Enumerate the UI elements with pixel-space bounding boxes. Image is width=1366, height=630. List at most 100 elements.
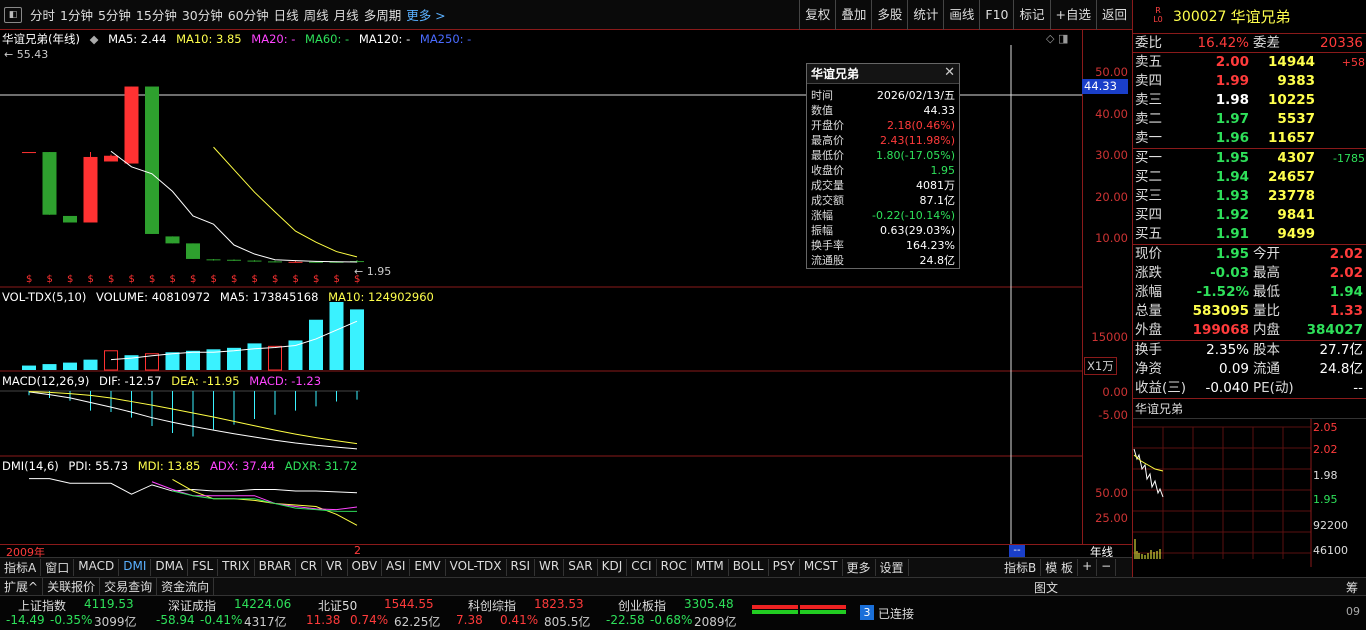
toolbar-button-0[interactable]: 复权 xyxy=(799,0,835,30)
window-icon[interactable]: ◧ xyxy=(4,6,22,23)
indicator-tab-10[interactable]: OBV xyxy=(348,559,383,576)
index-percent: -0.35% xyxy=(50,613,93,627)
toolbar-button-5[interactable]: F10 xyxy=(979,0,1013,30)
graphic-text-tab[interactable]: 图文 xyxy=(1034,579,1058,596)
tooltip-value: 164.23% xyxy=(906,239,955,252)
tooltip-rows: 时间 2026/02/13/五 数值 44.33 开盘价 2.18(0.46%) 最高价 2.… xyxy=(807,84,959,268)
indicator-tab-1[interactable]: 窗口 xyxy=(41,559,75,576)
period-7[interactable]: 周线 xyxy=(302,5,332,24)
extension-tab-0[interactable]: 扩展^ xyxy=(0,578,44,595)
price-axis-label: 40.00 xyxy=(1095,107,1128,121)
indicator-tab-3[interactable]: DMI xyxy=(119,559,152,576)
period-6[interactable]: 日线 xyxy=(272,5,302,24)
period-0[interactable]: 分时 xyxy=(28,5,58,24)
indicator-tab-14[interactable]: RSI xyxy=(507,559,536,576)
toolbar-button-7[interactable]: +自选 xyxy=(1049,0,1096,30)
fund-row: 收益(三) -0.040 PE(动) -- xyxy=(1133,379,1366,398)
toolbar-right: 复权 叠加 多股 统计 画线 F10 标记 +自选 返回 xyxy=(799,0,1132,30)
legend-toggle-icon[interactable]: ◆ xyxy=(90,32,99,46)
indicator-tab-21[interactable]: BOLL xyxy=(729,559,769,576)
crosshair-price-tag: 44.33 xyxy=(1082,79,1128,94)
tooltip-key: 数值 xyxy=(811,104,833,117)
indicator-tab-6[interactable]: TRIX xyxy=(218,559,255,576)
fund-label: PE(动) xyxy=(1253,380,1294,396)
indicator-tab-0[interactable]: 指标A xyxy=(0,559,42,576)
ma120-label: MA120: - xyxy=(358,32,411,46)
indicator-tab-11[interactable]: ASI xyxy=(382,559,411,576)
indicator-right-tab-3[interactable]: − xyxy=(1097,559,1117,576)
volume-bar xyxy=(83,359,98,370)
index-name[interactable]: 科创综指 xyxy=(468,597,516,614)
indicator-tab-25[interactable]: 设置 xyxy=(876,559,909,576)
chip-tab[interactable]: 筹 xyxy=(1346,579,1358,596)
period-5[interactable]: 60分钟 xyxy=(226,5,272,24)
index-name[interactable]: 北证50 xyxy=(318,597,357,614)
chart-options-icon[interactable]: ◇ ◨ xyxy=(1046,32,1068,45)
period-9[interactable]: 多周期 xyxy=(362,5,405,24)
intraday-mini-chart[interactable]: 2.05 2.02 1.98 1.95 92200 46100 xyxy=(1133,419,1365,567)
indicator-right-tab-1[interactable]: 模 板 xyxy=(1041,559,1079,576)
asks-change xyxy=(1315,91,1365,110)
asks-price: 1.98 xyxy=(1215,92,1249,108)
indicator-tab-7[interactable]: BRAR xyxy=(255,559,297,576)
bids-change: -1785 xyxy=(1333,152,1365,165)
indicator-tab-17[interactable]: KDJ xyxy=(598,559,628,576)
indicator-tab-4[interactable]: DMA xyxy=(151,559,189,576)
macd-dif: DIF: -12.57 xyxy=(99,374,162,388)
toolbar-button-6[interactable]: 标记 xyxy=(1013,0,1049,30)
candle xyxy=(83,156,98,223)
indicator-tab-9[interactable]: VR xyxy=(322,559,348,576)
stat-value: 1.94 xyxy=(1329,284,1363,300)
indicator-tab-24[interactable]: 更多 xyxy=(843,559,876,576)
indicator-tab-22[interactable]: PSY xyxy=(769,559,800,576)
extension-tab-2[interactable]: 交易查询 xyxy=(100,578,158,595)
toolbar-button-2[interactable]: 多股 xyxy=(871,0,907,30)
indicator-tab-19[interactable]: ROC xyxy=(657,559,692,576)
indicator-tab-12[interactable]: EMV xyxy=(410,559,446,576)
bids-row: 买三 1.93 23778 xyxy=(1133,187,1366,206)
toolbar-button-8[interactable]: 返回 xyxy=(1095,0,1132,30)
pdi-line xyxy=(29,478,358,495)
extension-tab-1[interactable]: 关联报价 xyxy=(43,578,101,595)
period-8[interactable]: 月线 xyxy=(332,5,362,24)
fund-row: 净资 0.09 流通 24.8亿 xyxy=(1133,360,1366,379)
extension-tab-3[interactable]: 资金流向 xyxy=(157,578,215,595)
indicator-tab-16[interactable]: SAR xyxy=(564,559,598,576)
toolbar-button-3[interactable]: 统计 xyxy=(907,0,943,30)
bids-row: 买一 1.95 4307 -1785 xyxy=(1133,149,1366,168)
tooltip-value: 44.33 xyxy=(923,104,956,117)
toolbar-button-4[interactable]: 画线 xyxy=(943,0,979,30)
tooltip-row: 振幅 0.63(29.03%) xyxy=(807,223,959,238)
indicator-right-tab-2[interactable]: + xyxy=(1078,559,1098,576)
volume-bar xyxy=(186,350,200,370)
main-title: 华谊兄弟(年线) xyxy=(2,32,80,46)
index-name[interactable]: 深证成指 xyxy=(168,597,216,614)
asks-row: 卖五 2.00 14944 +58 xyxy=(1133,53,1366,72)
stat-value: 2.02 xyxy=(1329,246,1363,262)
indicator-tab-23[interactable]: MCST xyxy=(800,559,843,576)
indicator-tab-8[interactable]: CR xyxy=(296,559,322,576)
period-1[interactable]: 1分钟 xyxy=(58,5,96,24)
toolbar-button-1[interactable]: 叠加 xyxy=(835,0,871,30)
candle xyxy=(165,236,180,244)
period-3[interactable]: 15分钟 xyxy=(134,5,180,24)
more-periods-button[interactable]: 更多 > xyxy=(404,5,448,24)
close-icon[interactable]: ✕ xyxy=(944,65,955,80)
index-value: 3305.48 xyxy=(684,597,734,611)
index-name[interactable]: 创业板指 xyxy=(618,597,666,614)
bids-price: 1.94 xyxy=(1215,169,1249,185)
indicator-tab-20[interactable]: MTM xyxy=(692,559,729,576)
indicator-right-tab-0[interactable]: 指标B xyxy=(1000,559,1042,576)
index-name[interactable]: 上证指数 xyxy=(18,597,66,614)
volume-bar xyxy=(22,365,36,370)
period-2[interactable]: 5分钟 xyxy=(96,5,134,24)
dividend-marker: $ xyxy=(26,274,32,285)
candle xyxy=(268,261,282,263)
indicator-tab-5[interactable]: FSL xyxy=(188,559,219,576)
period-4[interactable]: 30分钟 xyxy=(180,5,226,24)
indicator-tab-2[interactable]: MACD xyxy=(74,559,120,576)
indicator-tab-15[interactable]: WR xyxy=(535,559,565,576)
stat-value: -0.03 xyxy=(1210,265,1249,281)
indicator-tab-18[interactable]: CCI xyxy=(627,559,657,576)
indicator-tab-13[interactable]: VOL-TDX xyxy=(446,559,507,576)
